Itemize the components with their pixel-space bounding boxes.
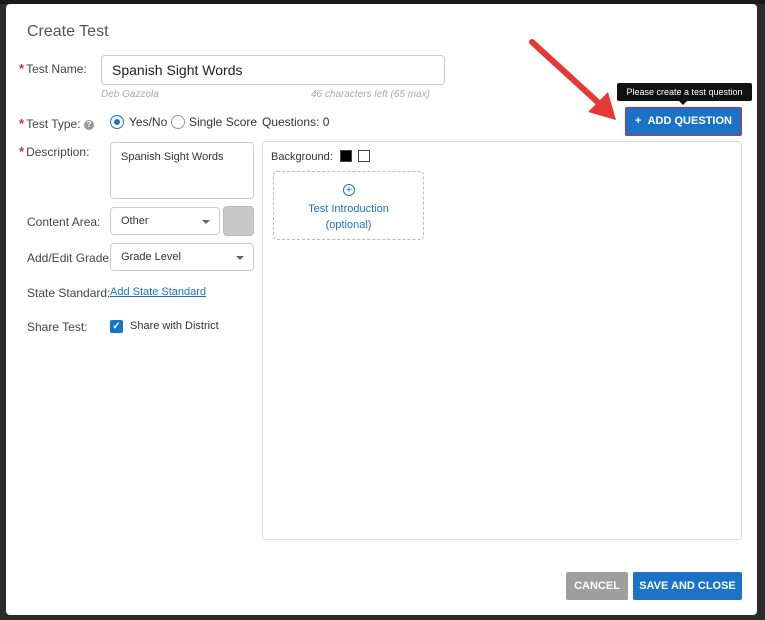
add-state-standard-link[interactable]: Add State Standard [110,286,206,298]
required-marker: * [19,61,25,76]
add-question-button[interactable]: + ADD QUESTION [625,107,742,136]
plus-icon: + [635,115,642,127]
questions-count: Questions: 0 [262,115,330,129]
required-marker: * [19,116,25,131]
background-black-swatch[interactable] [340,150,352,162]
plus-circle-icon: + [343,184,355,196]
share-district-checkbox[interactable]: ✓ [110,320,123,333]
state-standard-label: State Standard: [27,286,111,300]
test-editor-panel: Background: + Test Introduction (optiona… [262,141,742,540]
description-label: * Description: [19,144,90,159]
radio-single-score-label: Single Score [189,115,258,129]
annotation-arrow-icon [529,39,616,120]
chevron-down-icon [236,256,244,260]
author-name: Deb Gazzola [101,89,159,100]
dialog-title: Create Test [27,23,109,40]
radio-single-score[interactable] [171,115,185,129]
grade-select[interactable]: Grade Level [110,243,254,271]
test-name-input[interactable] [101,55,445,85]
help-icon[interactable]: ? [83,120,94,130]
required-marker: * [19,144,25,159]
share-test-label: Share Test: [27,320,88,334]
radio-yes-no-label: Yes/No [129,115,168,129]
create-test-dialog: Create Test *Test Name: Deb Gazzola 46 c… [6,4,757,615]
content-area-select[interactable]: Other [110,207,220,235]
background-label: Background: [271,151,333,163]
test-introduction-box[interactable]: + Test Introduction (optional) [273,171,424,240]
test-type-label: * Test Type: ? [19,116,94,131]
chevron-down-icon [202,220,210,224]
radio-yes-no[interactable] [110,115,124,129]
cancel-button[interactable]: CANCEL [566,572,628,600]
content-area-label: Content Area: [27,215,101,229]
characters-left: 46 characters left (65 max) [311,89,430,100]
grade-label: Add/Edit Grade: [27,251,113,265]
test-introduction-label: Test Introduction (optional) [308,203,389,231]
add-question-tooltip: Please create a test question [617,83,752,105]
background-white-swatch[interactable] [358,150,370,162]
description-textarea[interactable]: Spanish Sight Words [110,142,254,199]
share-district-label: Share with District [130,320,219,332]
content-area-color-button[interactable] [223,206,254,236]
test-name-label: * Test Name: [19,61,87,76]
save-and-close-button[interactable]: SAVE AND CLOSE [633,572,742,600]
